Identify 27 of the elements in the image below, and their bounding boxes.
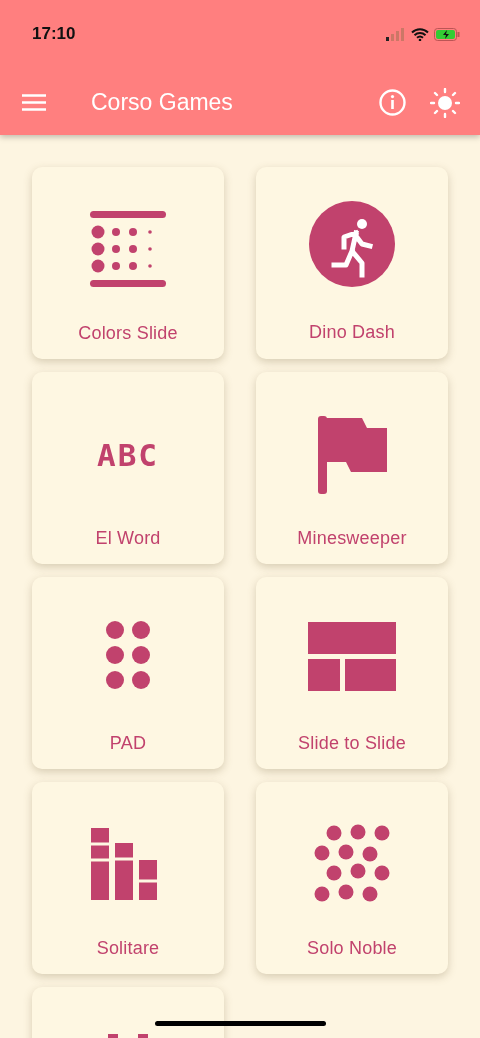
dot-grid-icon xyxy=(88,209,168,289)
scatter-dots-icon xyxy=(312,824,392,904)
game-label: Solo Noble xyxy=(306,938,398,959)
app-title: Corso Games xyxy=(91,89,234,116)
runner-icon xyxy=(312,204,392,284)
status-time: 17:10 xyxy=(32,24,76,44)
wifi-icon xyxy=(411,27,429,41)
game-card[interactable]: Minesweeper xyxy=(256,372,448,564)
brightness-icon[interactable] xyxy=(430,87,460,118)
game-card[interactable]: PAD xyxy=(32,577,224,769)
letters-icon: ABC xyxy=(88,414,168,494)
game-label: Colors Slide xyxy=(78,323,178,344)
game-card[interactable]: Dino Dash xyxy=(256,167,448,359)
game-label: PAD xyxy=(109,733,147,754)
game-label: Dino Dash xyxy=(309,322,395,343)
game-card[interactable]: Solitare xyxy=(32,782,224,974)
info-icon[interactable] xyxy=(379,89,406,116)
game-label: Minesweeper xyxy=(297,528,407,549)
game-label: Slide to Slide xyxy=(298,733,406,754)
signal-icon xyxy=(386,27,406,41)
game-card[interactable]: Colors Slide xyxy=(32,167,224,359)
menu-icon[interactable] xyxy=(22,94,46,111)
game-card[interactable]: Solo Noble xyxy=(256,782,448,974)
game-label: Solitare xyxy=(96,938,160,959)
battery-icon xyxy=(434,27,460,41)
game-label: El Word xyxy=(95,528,161,549)
game-card[interactable]: ABC El Word xyxy=(32,372,224,564)
